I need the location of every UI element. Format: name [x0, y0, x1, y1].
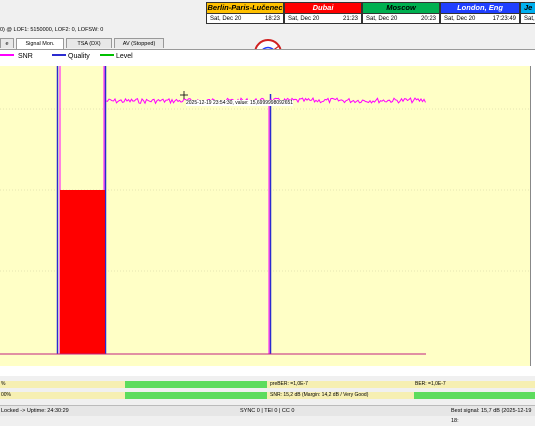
clock-city: London, Eng	[441, 3, 519, 14]
clock-time: 21:23	[342, 16, 358, 22]
ber-value: BER: =1,0E-7	[415, 381, 446, 387]
clock-city: Moscow	[363, 3, 439, 14]
legend-quality: Quality	[68, 53, 90, 60]
clock-london: London, Eng Sat, Dec 20 17:23:49	[440, 2, 520, 24]
chart-plot-area[interactable]: 2025-12-19 23:54:30, value: 15,699999809…	[0, 66, 531, 366]
best-signal: Best signal: 15,7 dB (2025-12-19 18:	[451, 408, 532, 424]
legend-snr-swatch	[0, 54, 14, 56]
red-signal-block	[60, 190, 105, 354]
signal-monitor-chart: SNR Quality Level 2025-12-19 23:54:30, v…	[0, 49, 535, 376]
bottom-status-bar: Locked -> Uptime: 24:30:29 SYNC 0 | TEI …	[0, 405, 535, 424]
chart-svg	[0, 66, 530, 355]
clock-time: 18:23	[264, 16, 280, 22]
status-row2-left: 00%	[1, 392, 12, 398]
tab-av-stopped[interactable]: AV (Stopped)	[114, 38, 164, 48]
clock-moscow: Moscow Sat, Dec 20 20:23	[362, 2, 440, 24]
clock-dubai: Dubai Sat, Dec 20 21:23	[284, 2, 362, 24]
snr-status-value: SNR: 15,2 dB (Margin: 14,2 dB / Very Goo…	[270, 392, 369, 398]
tab-signal-monitor[interactable]: Signal Mon.	[16, 38, 64, 49]
status-row-ber: % preBER: =1,0E-7 BER: =1,0E-7	[0, 381, 535, 388]
clock-date: Sat, Dec 20	[210, 16, 242, 22]
clock-partial: Je Sat,	[520, 2, 535, 24]
status-row-snr: 00% SNR: 15,2 dB (Margin: 14,2 dB / Very…	[0, 392, 535, 399]
legend-level: Level	[116, 53, 133, 60]
clock-date: Sat, Dec 20	[366, 16, 398, 22]
clock-date: Sat, Dec 20	[288, 16, 320, 22]
legend-level-swatch	[100, 54, 114, 56]
status-seg	[414, 392, 535, 399]
clock-berlin: Berlin-Paris-Lučenec Sat, Dec 20 18:23	[206, 2, 284, 24]
chart-legend: SNR Quality Level	[0, 50, 535, 64]
clock-time: 17:23:49	[492, 16, 516, 22]
clock-city: Dubai	[285, 3, 361, 14]
lnb-info-line: 0) @ LOF1: 5150000, LOF2: 0, LOFSW: 0	[0, 27, 104, 33]
status-seg	[125, 381, 267, 388]
status-seg	[0, 381, 125, 388]
legend-quality-swatch	[52, 54, 66, 56]
clock-date: Sat,	[524, 16, 535, 22]
chart-tooltip: 2025-12-19 23:54:30, value: 15,699999809…	[186, 100, 294, 106]
status-row1-left: %	[1, 381, 6, 387]
legend-snr: SNR	[18, 53, 33, 60]
clock-time: 20:23	[420, 16, 436, 22]
tab-tsa-dx[interactable]: TSA (DX)	[66, 38, 112, 48]
preber-value: preBER: =1,0E-7	[270, 381, 308, 387]
clock-city: Je	[521, 3, 535, 14]
tab-partial[interactable]: e	[0, 38, 14, 48]
status-seg	[125, 392, 267, 399]
status-seg	[0, 392, 125, 399]
clock-date: Sat, Dec 20	[444, 16, 476, 22]
clock-city: Berlin-Paris-Lučenec	[207, 3, 283, 14]
